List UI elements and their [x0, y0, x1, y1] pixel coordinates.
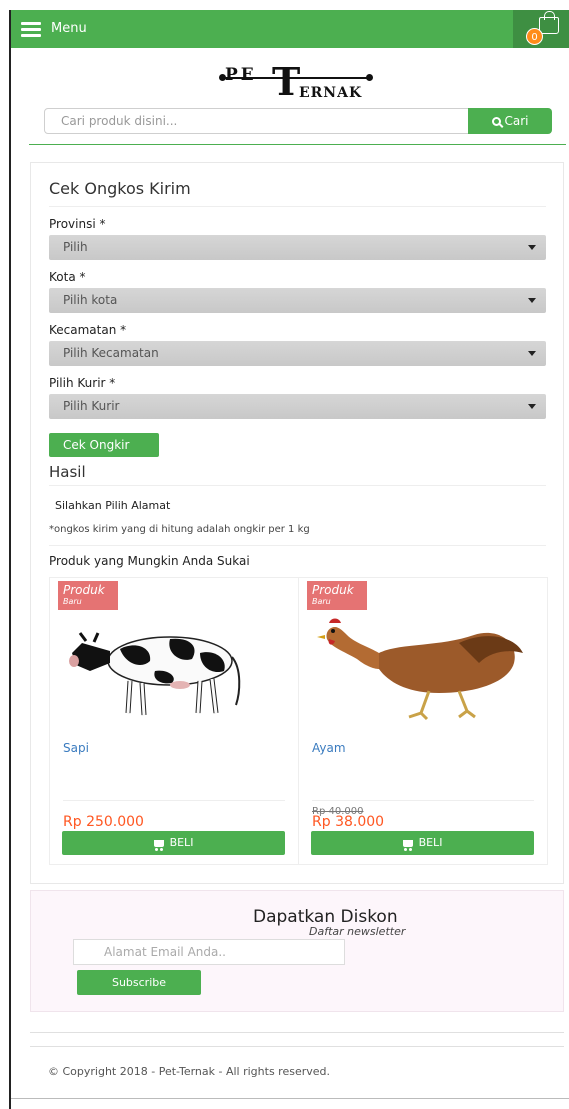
badge-sub-text: Baru [63, 597, 82, 606]
district-select-value: Pilih Kecamatan [63, 346, 159, 360]
product-name[interactable]: Ayam [312, 741, 346, 755]
divider [312, 800, 534, 801]
caret-down-icon [528, 298, 536, 303]
divider [49, 206, 546, 207]
province-label: Provinsi * [49, 217, 106, 231]
buy-button[interactable]: BELI [311, 831, 534, 855]
divider [49, 545, 546, 546]
newsletter-subtitle: Daftar newsletter [309, 925, 406, 938]
cart-icon [153, 840, 164, 851]
product-name[interactable]: Sapi [63, 741, 89, 755]
result-title: Hasil [49, 463, 86, 481]
top-navbar: Menu 0 [11, 10, 569, 48]
search-button-label: Cari [504, 114, 529, 128]
buy-button[interactable]: BELI [62, 831, 285, 855]
shipping-note: *ongkos kirim yang di hitung adalah ongk… [49, 524, 310, 535]
city-select-value: Pilih kota [63, 293, 118, 307]
province-select[interactable]: Pilih [49, 235, 546, 260]
buy-button-label: BELI [169, 836, 194, 849]
divider [11, 1098, 569, 1099]
page-frame: Menu 0 PE T ERNAK Cari produk disini... … [9, 10, 569, 1109]
province-select-value: Pilih [63, 240, 88, 254]
subscribe-button[interactable]: Subscribe [77, 970, 201, 995]
cow-image[interactable] [60, 613, 290, 723]
divider [63, 800, 285, 801]
caret-down-icon [528, 404, 536, 409]
search-button[interactable]: Cari [468, 108, 552, 134]
product-price: Rp 250.000 [63, 814, 144, 830]
product-price: Rp 38.000 [312, 814, 385, 830]
badge-main-text: Produk [63, 583, 105, 597]
hamburger-icon[interactable] [21, 22, 41, 37]
newsletter-email-input[interactable]: Alamat Email Anda.. [73, 939, 345, 965]
chicken-image[interactable] [309, 613, 539, 723]
divider [49, 485, 546, 486]
buy-button-label: BELI [418, 836, 443, 849]
logo-text-t: T [272, 59, 301, 104]
cart-count-badge: 0 [526, 28, 543, 45]
recommend-title: Produk yang Mungkin Anda Sukai [49, 554, 250, 568]
new-product-badge: Produk Baru [307, 581, 367, 610]
newsletter-section: Dapatkan Diskon Daftar newsletter Alamat… [30, 890, 564, 1012]
district-select[interactable]: Pilih Kecamatan [49, 341, 546, 366]
city-label: Kota * [49, 270, 86, 284]
menu-label[interactable]: Menu [51, 21, 87, 36]
shopping-bag-icon [539, 11, 559, 34]
logo-text-pe: PE [225, 65, 257, 85]
shipping-cost-card: Cek Ongkos Kirim Provinsi * Pilih Kota *… [30, 162, 564, 884]
district-label: Kecamatan * [49, 323, 127, 337]
divider [30, 1032, 564, 1033]
search-icon [491, 117, 501, 126]
badge-sub-text: Baru [312, 597, 331, 606]
site-logo[interactable]: PE T ERNAK [219, 59, 373, 107]
search-input[interactable]: Cari produk disini... [44, 108, 469, 134]
result-text: Silahkan Pilih Alamat [55, 499, 171, 512]
shipping-title: Cek Ongkos Kirim [49, 179, 191, 198]
product-card[interactable]: Produk Baru Sapi Rp 250.000 BELI [49, 577, 299, 865]
city-select[interactable]: Pilih kota [49, 288, 546, 313]
cart-icon [402, 840, 413, 851]
cart-button[interactable]: 0 [513, 10, 569, 48]
divider [30, 1046, 564, 1047]
caret-down-icon [528, 351, 536, 356]
product-card[interactable]: Produk Baru Ayam Rp 40.000 Rp 38.000 BEL… [298, 577, 548, 865]
check-shipping-button[interactable]: Cek Ongkir [49, 433, 159, 457]
courier-select-value: Pilih Kurir [63, 399, 120, 413]
caret-down-icon [528, 245, 536, 250]
divider [29, 144, 566, 145]
courier-select[interactable]: Pilih Kurir [49, 394, 546, 419]
logo-text-ernak: ERNAK [299, 85, 363, 101]
badge-main-text: Produk [312, 583, 354, 597]
courier-label: Pilih Kurir * [49, 376, 116, 390]
logo-dot [366, 74, 373, 81]
footer-copyright: © Copyright 2018 - Pet-Ternak - All righ… [48, 1065, 331, 1078]
newsletter-title: Dapatkan Diskon [253, 907, 398, 927]
new-product-badge: Produk Baru [58, 581, 118, 610]
